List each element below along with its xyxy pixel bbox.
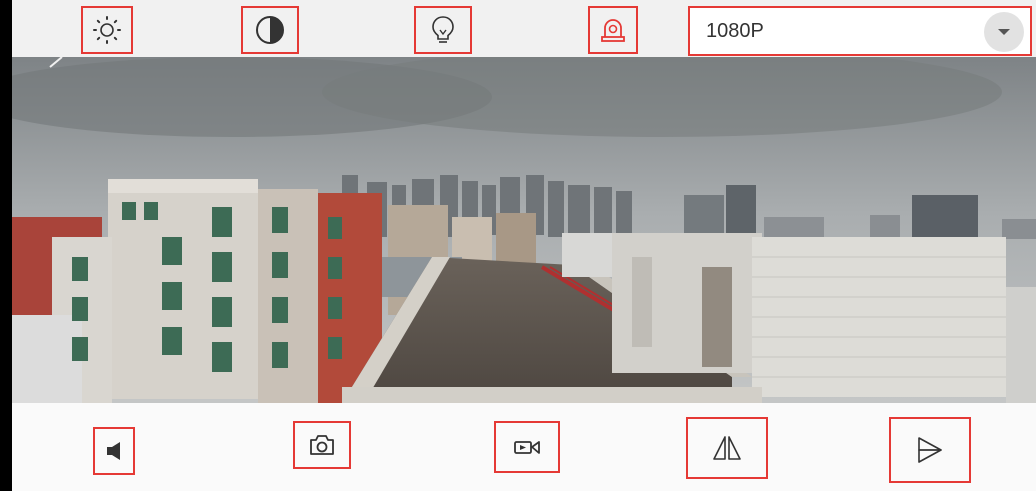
light-button[interactable] <box>414 6 472 54</box>
chevron-down-icon <box>998 29 1010 35</box>
alarm-button[interactable] <box>588 6 638 54</box>
resolution-dropdown[interactable]: 1080P <box>688 6 1032 56</box>
speaker-icon <box>107 442 120 460</box>
resolution-value: 1080P <box>706 20 764 42</box>
back-chevron-icon[interactable] <box>42 57 64 73</box>
dropdown-toggle[interactable] <box>984 12 1024 52</box>
mute-button[interactable] <box>93 427 135 475</box>
camera-video-feed[interactable] <box>12 57 1036 403</box>
mirror-button[interactable] <box>889 417 971 483</box>
video-frame <box>12 57 1036 403</box>
siren-icon <box>601 19 625 42</box>
video-record-icon <box>514 441 540 454</box>
bottom-toolbar <box>12 403 1036 491</box>
camera-icon <box>310 435 334 455</box>
snapshot-button[interactable] <box>293 421 351 469</box>
flip-button[interactable] <box>686 417 768 479</box>
left-edge <box>0 0 12 491</box>
contrast-icon <box>256 16 284 44</box>
flip-icon <box>713 436 741 460</box>
contrast-button[interactable] <box>241 6 299 54</box>
record-button[interactable] <box>494 421 560 473</box>
lightbulb-icon <box>432 16 454 43</box>
mirror-icon <box>918 437 942 463</box>
brightness-button[interactable] <box>81 6 133 54</box>
sun-icon <box>93 16 121 44</box>
